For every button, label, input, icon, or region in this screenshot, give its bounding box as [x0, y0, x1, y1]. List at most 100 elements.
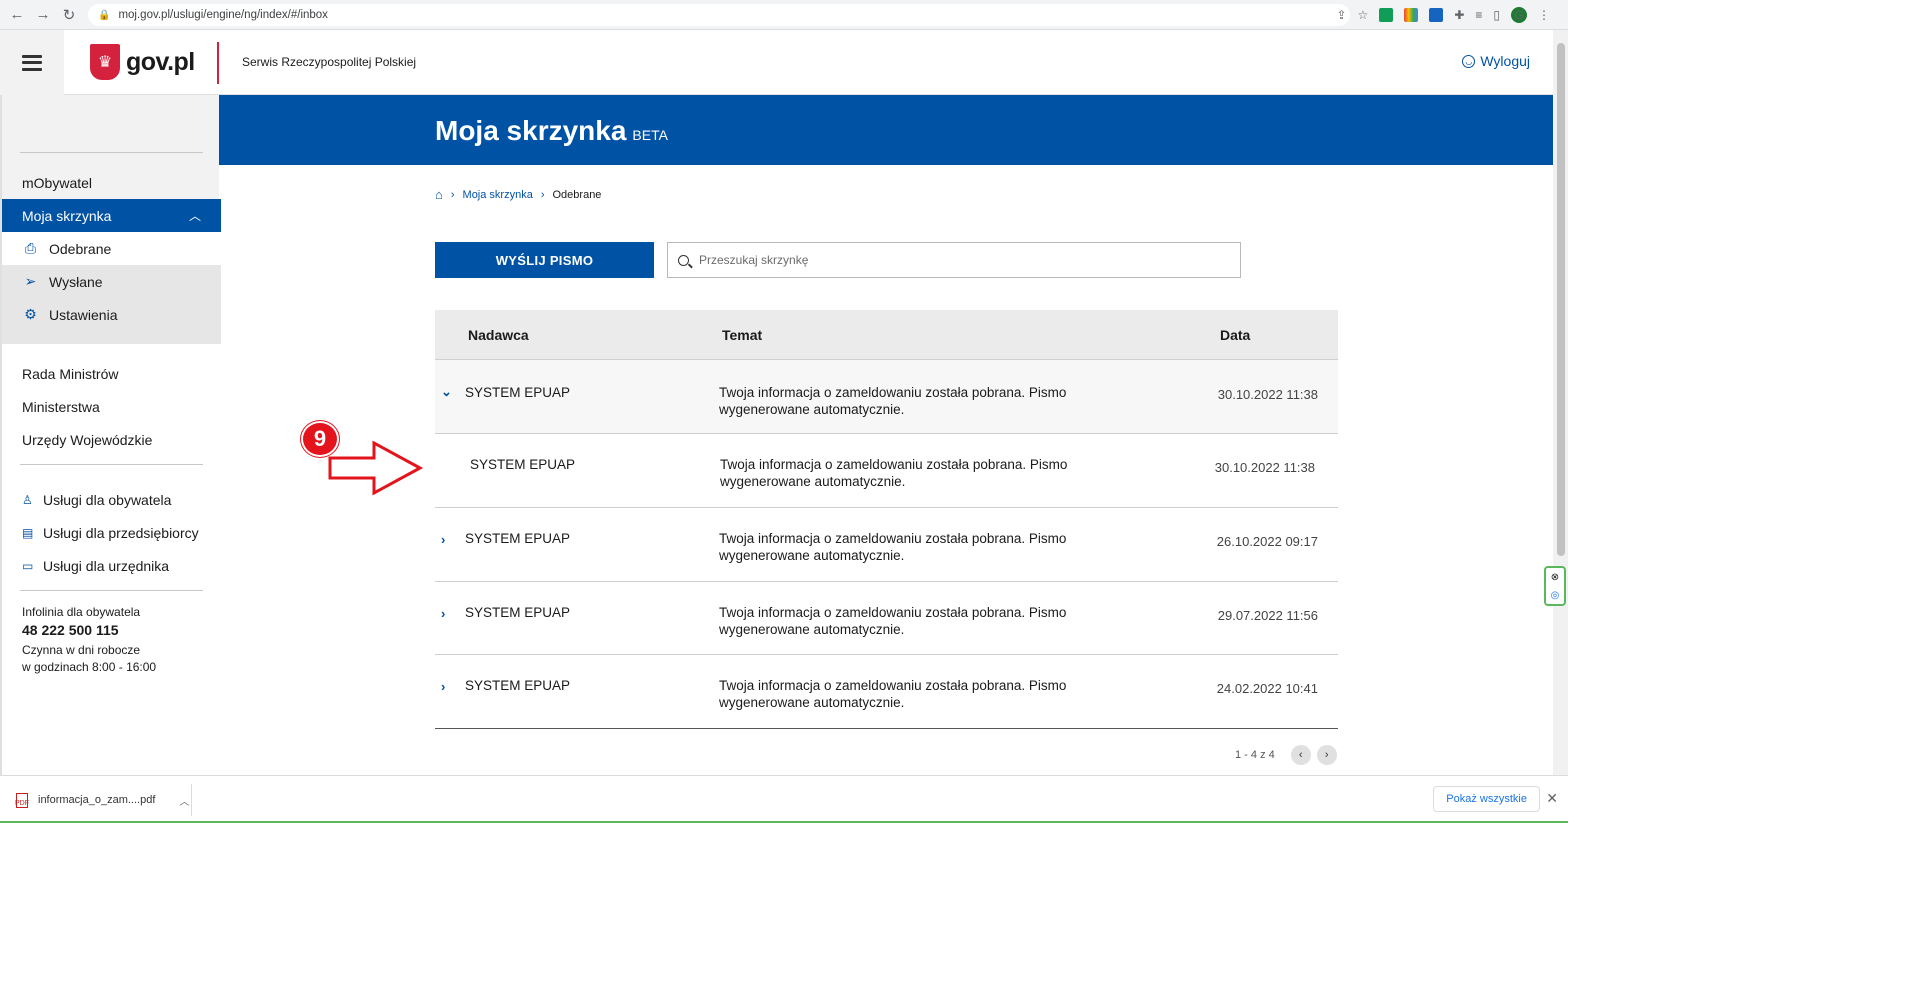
- extension-icon[interactable]: [1404, 8, 1419, 22]
- download-filename: informacja_o_zam....pdf: [38, 794, 156, 806]
- table-row[interactable]: › SYSTEM EPUAP Twoja informacja o zameld…: [435, 508, 1338, 582]
- sidebar-link-ministerstwa[interactable]: Ministerstwa: [22, 399, 100, 415]
- accessibility-icon[interactable]: ◎: [1551, 590, 1560, 601]
- page-scrollbar[interactable]: [1553, 30, 1568, 775]
- sidebar-link-label: Usługi dla urzędnika: [43, 558, 170, 574]
- table-row[interactable]: SYSTEM EPUAP Twoja informacja o zameldow…: [435, 434, 1338, 508]
- search-box[interactable]: [667, 242, 1241, 278]
- sidebar-item-label: Wysłane: [49, 273, 103, 290]
- chevron-right-icon[interactable]: ›: [441, 679, 445, 694]
- lock-icon: 🔒: [98, 9, 111, 21]
- gear-icon: ⚙: [24, 306, 37, 322]
- pagination-label: 1 - 4 z 4: [1235, 749, 1275, 761]
- reload-icon[interactable]: ↻: [56, 0, 82, 30]
- forward-icon[interactable]: →: [30, 0, 56, 30]
- show-all-downloads-button[interactable]: Pokaż wszystkie: [1433, 786, 1540, 812]
- close-icon[interactable]: ⊗: [1551, 572, 1559, 583]
- home-icon[interactable]: ⌂: [435, 187, 443, 202]
- next-page-button[interactable]: ›: [1316, 745, 1337, 765]
- inbox-table: Nadawca Temat Data ⌄ SYSTEM EPUAP Twoja …: [435, 310, 1338, 729]
- bookmark-star-icon[interactable]: ☆: [1358, 8, 1369, 22]
- sidepanel-icon[interactable]: ▯: [1493, 8, 1500, 22]
- chevron-right-icon[interactable]: ›: [441, 606, 445, 621]
- infolinia-hours: Czynna w dni robocze: [22, 643, 141, 657]
- annotation-arrow-icon: [328, 440, 424, 496]
- row-date: 30.10.2022 11:38: [1217, 387, 1318, 402]
- site-header: ♛ gov.pl Serwis Rzeczypospolitej Polskie…: [0, 30, 1553, 95]
- puzzle-icon[interactable]: ✚: [1454, 8, 1464, 22]
- row-subject: Twoja informacja o zameldowaniu została …: [719, 385, 1067, 417]
- sidebar-link-urzedy[interactable]: Urzędy Wojewódzkie: [22, 432, 152, 448]
- table-row[interactable]: › SYSTEM EPUAP Twoja informacja o zameld…: [435, 655, 1338, 728]
- briefcase-icon: ▤: [22, 526, 34, 540]
- scrollbar-thumb[interactable]: [1557, 43, 1565, 556]
- chevron-down-icon[interactable]: ⌄: [441, 384, 452, 400]
- extension-icon[interactable]: [1429, 8, 1444, 22]
- sidebar-item-mobywatel[interactable]: mObywatel: [22, 175, 92, 191]
- back-icon[interactable]: ←: [4, 0, 30, 30]
- sidebar-link-rada-ministrow[interactable]: Rada Ministrów: [22, 366, 118, 382]
- chevron-right-icon[interactable]: ›: [441, 532, 445, 547]
- column-header-date[interactable]: Data: [1220, 327, 1250, 343]
- sidebar-link-uslugi-obywatel[interactable]: ♙ Usługi dla obywatela: [22, 492, 171, 508]
- person-icon: ♙: [22, 493, 33, 507]
- download-bar: PDF informacja_o_zam....pdf ︿ Pokaż wszy…: [0, 775, 1568, 823]
- share-icon[interactable]: ⇪: [1336, 8, 1346, 22]
- header-divider: [217, 42, 219, 84]
- row-subject: Twoja informacja o zameldowaniu została …: [719, 605, 1067, 637]
- row-subject: Twoja informacja o zameldowaniu została …: [719, 531, 1067, 563]
- chevron-up-icon: ︿: [188, 209, 201, 223]
- row-date: 26.10.2022 09:17: [1216, 534, 1318, 549]
- sidebar-link-label: Usługi dla obywatela: [43, 492, 172, 508]
- column-header-sender[interactable]: Nadawca: [468, 327, 529, 343]
- hamburger-icon: [22, 54, 42, 71]
- infolinia-phone[interactable]: 48 222 500 115: [22, 622, 119, 638]
- row-date: 29.07.2022 11:56: [1217, 608, 1318, 623]
- table-row[interactable]: › SYSTEM EPUAP Twoja informacja o zameld…: [435, 582, 1338, 655]
- logo-text: gov.pl: [126, 47, 195, 76]
- close-icon[interactable]: ✕: [1546, 790, 1558, 807]
- reading-list-icon[interactable]: ≡: [1475, 8, 1482, 22]
- column-header-subject[interactable]: Temat: [722, 327, 762, 343]
- sidebar-item-moja-skrzynka[interactable]: Moja skrzynka ︿: [2, 199, 221, 232]
- menu-kebab-icon[interactable]: ⋮: [1538, 8, 1550, 22]
- sidebar-link-uslugi-przedsiebiorca[interactable]: ▤ Usługi dla przedsiębiorcy: [22, 525, 199, 541]
- pagination: 1 - 4 z 4 ‹ ›: [1235, 745, 1337, 765]
- infolinia-label: Infolinia dla obywatela: [22, 605, 141, 619]
- address-bar[interactable]: 🔒 moj.gov.pl/uslugi/engine/ng/index/#/in…: [88, 4, 1350, 26]
- prev-page-button[interactable]: ‹: [1290, 745, 1311, 765]
- download-item[interactable]: PDF informacja_o_zam....pdf ︿: [10, 784, 192, 816]
- sidebar-lower: Rada Ministrów Ministerstwa Urzędy Wojew…: [2, 344, 221, 775]
- chevron-up-icon[interactable]: ︿: [179, 793, 189, 808]
- search-input[interactable]: [699, 253, 1219, 267]
- row-sender: SYSTEM EPUAP: [465, 605, 571, 620]
- sidebar-item-label: Moja skrzynka: [22, 207, 112, 224]
- beta-badge: BETA: [632, 127, 668, 143]
- url-text: moj.gov.pl/uslugi/engine/ng/index/#/inbo…: [118, 9, 328, 21]
- sidebar-item-label: Ustawienia: [49, 306, 118, 323]
- divider: [20, 590, 203, 591]
- profile-avatar[interactable]: G: [1511, 7, 1527, 23]
- row-date: 30.10.2022 11:38: [1214, 460, 1315, 475]
- row-subject: Twoja informacja o zameldowaniu została …: [720, 457, 1068, 489]
- table-bottom-border: [435, 728, 1338, 729]
- sidebar-item-wyslane[interactable]: ➢ Wysłane: [22, 273, 103, 290]
- sidebar-item-odebrane[interactable]: ⎙ Odebrane: [22, 240, 111, 257]
- sidebar: mObywatel Moja skrzynka ︿ ⎙ Odebrane ➢ W…: [0, 95, 221, 775]
- gov-logo[interactable]: ♛ gov.pl: [90, 44, 195, 80]
- row-sender: SYSTEM EPUAP: [465, 385, 571, 400]
- service-name: Serwis Rzeczypospolitej Polskiej: [242, 55, 417, 69]
- page-title-text: Moja skrzynka: [435, 115, 627, 146]
- sidebar-item-ustawienia[interactable]: ⚙ Ustawienia: [22, 306, 117, 323]
- sidebar-link-uslugi-urzednik[interactable]: ▭ Usługi dla urzędnika: [22, 558, 169, 574]
- accessibility-widget[interactable]: ⊗ ◎: [1544, 566, 1566, 606]
- send-letter-button[interactable]: WYŚLIJ PISMO: [435, 242, 654, 278]
- inbox-icon: ⎙: [24, 240, 37, 256]
- logout-link[interactable]: ◡ Wyloguj: [1462, 53, 1530, 69]
- breadcrumb-link[interactable]: Moja skrzynka: [463, 189, 533, 201]
- table-row[interactable]: ⌄ SYSTEM EPUAP Twoja informacja o zameld…: [435, 360, 1338, 434]
- extension-icon[interactable]: [1379, 8, 1394, 22]
- hamburger-button[interactable]: [0, 30, 64, 95]
- eagle-emblem-icon: ♛: [90, 44, 120, 80]
- table-header: Nadawca Temat Data: [435, 310, 1338, 360]
